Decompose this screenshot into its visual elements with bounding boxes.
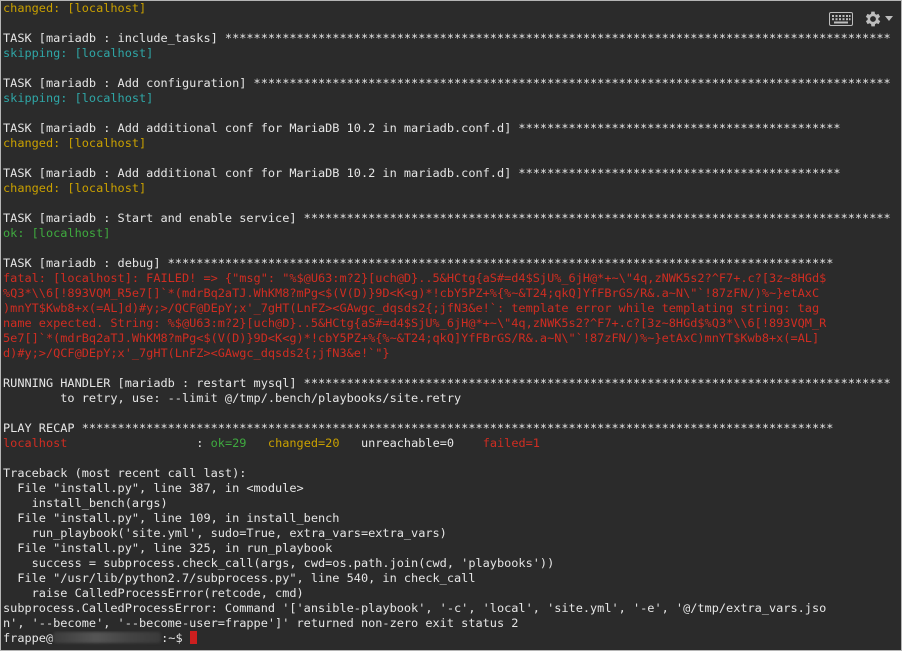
terminal-text: install_bench(args) xyxy=(3,496,168,510)
terminal-text: File "/usr/lib/python2.7/subprocess.py",… xyxy=(3,571,476,585)
terminal-output: changed: [localhost] TASK [mariadb : incl… xyxy=(3,1,901,646)
terminal-text: ok: [localhost] xyxy=(3,226,111,240)
terminal-line: subprocess.CalledProcessError: Command '… xyxy=(3,601,901,616)
terminal-line: TASK [mariadb : debug] *****************… xyxy=(3,256,901,271)
terminal-line: TASK [mariadb : Start and enable service… xyxy=(3,211,901,226)
terminal-line: fatal: [localhost]: FAILED! => {"msg": "… xyxy=(3,271,901,286)
terminal-text: 5e7[]`*(mdrBq2aTJ.WhKM8?mPg<$(V(D)}9D<K<… xyxy=(3,331,820,345)
keyboard-icon[interactable] xyxy=(829,12,853,26)
terminal-line: 5e7[]`*(mdrBq2aTJ.WhKM8?mPg<$(V(D)}9D<K<… xyxy=(3,331,901,346)
terminal-text: failed=1 xyxy=(482,436,540,450)
terminal-text: changed: [localhost] xyxy=(3,181,147,195)
terminal-text: TASK [mariadb : debug] *****************… xyxy=(3,256,834,270)
redacted-hostname xyxy=(53,632,162,643)
terminal-text: success = subprocess.check_call(args, cw… xyxy=(3,556,555,570)
terminal-text: n', '--become', '--become-user=frappe']'… xyxy=(3,616,519,630)
terminal-text: raise CalledProcessError(retcode, cmd) xyxy=(3,586,304,600)
terminal-window[interactable]: changed: [localhost] TASK [mariadb : incl… xyxy=(0,0,902,651)
terminal-line: File "install.py", line 325, in run_play… xyxy=(3,541,901,556)
terminal-toolbar xyxy=(823,9,893,29)
terminal-text: TASK [mariadb : Add additional conf for … xyxy=(3,166,841,180)
terminal-line: install_bench(args) xyxy=(3,496,901,511)
terminal-text: name expected. String: %$@U63:m?2}[uch@D… xyxy=(3,316,827,330)
terminal-line: %Q3*\\6[!893VQM_R5e7[]`*(mdrBq2aTJ.WhKM8… xyxy=(3,286,901,301)
terminal-text: changed: [localhost] xyxy=(3,1,147,15)
terminal-text: RUNNING HANDLER [mariadb : restart mysql… xyxy=(3,376,891,390)
terminal-line: PLAY RECAP *****************************… xyxy=(3,421,901,436)
terminal-line: Traceback (most recent call last): xyxy=(3,466,901,481)
terminal-text: TASK [mariadb : Add configuration] *****… xyxy=(3,76,891,90)
terminal-line: TASK [mariadb : Add additional conf for … xyxy=(3,166,901,181)
terminal-text: skipping: [localhost] xyxy=(3,91,154,105)
terminal-line: RUNNING HANDLER [mariadb : restart mysql… xyxy=(3,376,901,391)
terminal-line: ok: [localhost] xyxy=(3,226,901,241)
terminal-text: : xyxy=(67,436,211,450)
terminal-line: File "install.py", line 109, in install_… xyxy=(3,511,901,526)
terminal-line: changed: [localhost] xyxy=(3,1,901,16)
shell-prompt[interactable]: frappe@ :~$ xyxy=(3,631,901,646)
terminal-line: File "install.py", line 387, in <module> xyxy=(3,481,901,496)
terminal-text: run_playbook('site.yml', sudo=True, extr… xyxy=(3,526,447,540)
terminal-line: to retry, use: --limit @/tmp/.bench/play… xyxy=(3,391,901,406)
terminal-text: File "install.py", line 109, in install_… xyxy=(3,511,340,525)
terminal-line: skipping: [localhost] xyxy=(3,46,901,61)
terminal-text: TASK [mariadb : Start and enable service… xyxy=(3,211,891,225)
terminal-line: success = subprocess.check_call(args, cw… xyxy=(3,556,901,571)
terminal-line: raise CalledProcessError(retcode, cmd) xyxy=(3,586,901,601)
terminal-text: File "install.py", line 325, in run_play… xyxy=(3,541,333,555)
terminal-text: PLAY RECAP *****************************… xyxy=(3,421,834,435)
terminal-text: File "install.py", line 387, in <module> xyxy=(3,481,304,495)
terminal-text: subprocess.CalledProcessError: Command '… xyxy=(3,601,827,615)
terminal-line: d)#y;>/QCF@DEpY;x'_7gHT(LnFZ><GAwgc_dqsd… xyxy=(3,346,901,361)
terminal-text: TASK [mariadb : Add additional conf for … xyxy=(3,121,841,135)
terminal-text: %Q3*\\6[!893VQM_R5e7[]`*(mdrBq2aTJ.WhKM8… xyxy=(3,286,820,300)
terminal-text: )mnYT$Kwb8+x(=AL]d)#y;>/QCF@DEpY;x'_7gHT… xyxy=(3,301,820,315)
caret-down-icon xyxy=(885,16,893,21)
terminal-line: TASK [mariadb : Add configuration] *****… xyxy=(3,76,901,91)
terminal-text: d)#y;>/QCF@DEpY;x'_7gHT(LnFZ><GAwgc_dqsd… xyxy=(3,346,390,360)
terminal-text: skipping: [localhost] xyxy=(3,46,154,60)
terminal-text: fatal: [localhost]: FAILED! => {"msg": "… xyxy=(3,271,827,285)
terminal-line: n', '--become', '--become-user=frappe']'… xyxy=(3,616,901,631)
terminal-line: File "/usr/lib/python2.7/subprocess.py",… xyxy=(3,571,901,586)
terminal-line: run_playbook('site.yml', sudo=True, extr… xyxy=(3,526,901,541)
terminal-text: ok=29 xyxy=(210,436,247,450)
settings-menu-button[interactable] xyxy=(863,9,893,29)
terminal-text: TASK [mariadb : include_tasks] *********… xyxy=(3,31,891,45)
terminal-line: TASK [mariadb : Add additional conf for … xyxy=(3,121,901,136)
terminal-text: unreachable=0 xyxy=(339,436,483,450)
terminal-text: localhost xyxy=(3,436,68,450)
terminal-line: changed: [localhost] xyxy=(3,181,901,196)
terminal-line: localhost : ok=29 changed=20 unreachable… xyxy=(3,436,901,451)
terminal-text: changed: [localhost] xyxy=(3,136,147,150)
terminal-line: changed: [localhost] xyxy=(3,136,901,151)
terminal-line: skipping: [localhost] xyxy=(3,91,901,106)
terminal-text: changed=20 xyxy=(267,436,340,450)
gear-icon xyxy=(865,11,881,27)
terminal-line: TASK [mariadb : include_tasks] *********… xyxy=(3,31,901,46)
prompt-user: frappe@ xyxy=(3,631,54,645)
terminal-text: to retry, use: --limit @/tmp/.bench/play… xyxy=(3,391,462,405)
text-cursor xyxy=(189,631,197,644)
prompt-suffix: :~$ xyxy=(161,631,190,645)
terminal-line: name expected. String: %$@U63:m?2}[uch@D… xyxy=(3,316,901,331)
terminal-line: )mnYT$Kwb8+x(=AL]d)#y;>/QCF@DEpY;x'_7gHT… xyxy=(3,301,901,316)
terminal-text: Traceback (most recent call last): xyxy=(3,466,247,480)
